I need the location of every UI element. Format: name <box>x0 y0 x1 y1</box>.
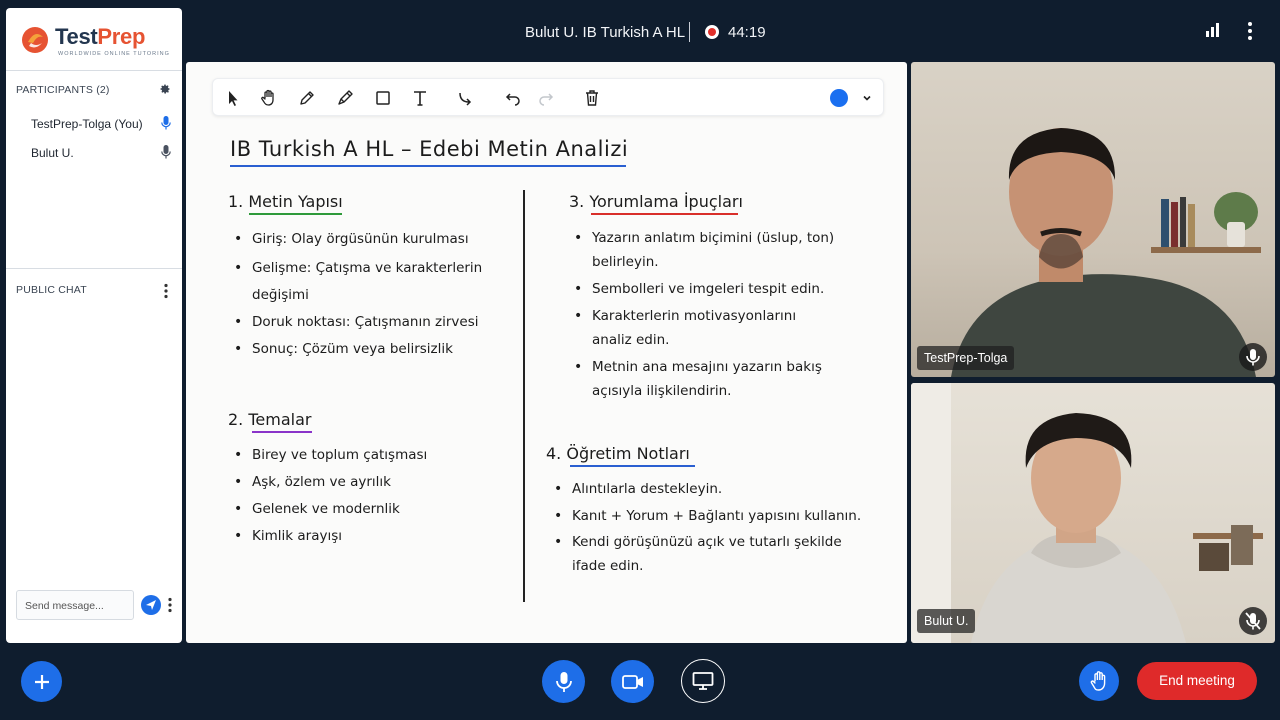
plus-icon <box>34 674 49 689</box>
camera-toggle-button[interactable] <box>611 660 654 703</box>
bullet-item: Kanıt + Yorum + Bağlantı yapısını kullan… <box>554 508 861 524</box>
chat-message-input[interactable]: Send message... <box>16 590 134 620</box>
mic-muted-icon <box>1245 612 1261 630</box>
text-tool-icon[interactable] <box>410 88 430 108</box>
divider <box>6 268 182 269</box>
send-icon <box>146 600 156 610</box>
send-message-button[interactable] <box>141 595 161 615</box>
whiteboard-toolbar <box>212 78 884 116</box>
heading-underline <box>570 465 695 467</box>
participant-name[interactable]: Bulut U. <box>31 146 74 160</box>
bullet-item: Metnin ana mesajını yazarın bakış <box>574 359 822 375</box>
meeting-header: Bulut U. IB Turkish A HL 44:19 <box>185 0 1280 62</box>
video-name-tag: Bulut U. <box>917 609 976 633</box>
video-mic-status <box>1239 607 1267 635</box>
chat-more-icon[interactable] <box>163 283 169 299</box>
bullet-continuation: belirleyin. <box>592 254 659 270</box>
gear-icon[interactable] <box>159 83 171 95</box>
bullet-item: Yazarın anlatım biçimini (üslup, ton) <box>574 230 834 246</box>
screen-share-button[interactable] <box>681 659 725 703</box>
chat-header: PUBLIC CHAT <box>16 284 87 296</box>
bullet-continuation: açısıyla ilişkilendirin. <box>592 383 732 399</box>
bullet-item: Doruk noktası: Çatışmanın zirvesi <box>234 314 478 330</box>
shape-tool-icon[interactable] <box>373 88 393 108</box>
chevron-down-icon[interactable] <box>861 92 873 104</box>
mic-icon <box>161 145 171 159</box>
select-tool-icon[interactable] <box>223 88 243 108</box>
bullet-item: Kendi görüşünüzü açık ve tutarlı şekilde <box>554 534 842 550</box>
marker-tool-icon[interactable] <box>335 88 355 108</box>
color-picker-swatch[interactable] <box>830 89 848 107</box>
title-underline <box>230 165 626 167</box>
pan-hand-tool-icon[interactable] <box>259 88 279 108</box>
header-divider <box>689 22 690 42</box>
heading-underline <box>249 213 342 215</box>
participant-video <box>951 128 1261 377</box>
brand-tagline: WORLDWIDE ONLINE TUTORING <box>58 51 170 57</box>
bullet-item: Aşk, özlem ve ayrılık <box>234 474 391 490</box>
brand-logo: TestPrep WORLDWIDE ONLINE TUTORING <box>20 22 170 66</box>
bullet-item: Sembolleri ve imgeleri tespit edin. <box>574 281 824 297</box>
bullet-item: Kimlik arayışı <box>234 528 342 544</box>
bullet-item: Gelişme: Çatışma ve karakterlerin <box>234 260 482 276</box>
signal-strength-icon[interactable] <box>1206 23 1220 37</box>
participant-name[interactable]: TestPrep-Tolga (You) <box>31 117 143 131</box>
connector-tool-icon[interactable] <box>456 88 476 108</box>
participant-video <box>911 383 1263 643</box>
bullet-continuation: analiz edin. <box>592 332 670 348</box>
recording-time: 44:19 <box>728 24 766 41</box>
screen-share-icon <box>692 672 714 690</box>
redo-icon[interactable] <box>536 88 556 108</box>
brand-name: TestPrep <box>55 24 146 49</box>
meeting-title: Bulut U. IB Turkish A HL <box>525 24 686 41</box>
section-heading: 1. Metin Yapısı <box>228 192 343 211</box>
left-panel: TestPrep WORLDWIDE ONLINE TUTORING PARTI… <box>6 8 182 643</box>
recording-icon <box>705 25 719 39</box>
video-tile-tolga[interactable]: TestPrep-Tolga <box>911 62 1275 377</box>
heading-underline <box>591 213 738 215</box>
whiteboard[interactable]: IB Turkish A HL – Edebi Metin Analizi 1.… <box>186 62 907 643</box>
bullet-continuation: değişimi <box>252 287 309 303</box>
camera-icon <box>621 674 643 689</box>
bullet-continuation: ifade edin. <box>572 558 644 574</box>
bullet-item: Birey ve toplum çatışması <box>234 447 427 463</box>
participants-header: PARTICIPANTS (2) <box>16 84 110 96</box>
bullet-item: Karakterlerin motivasyonlarını <box>574 308 796 324</box>
video-mic-status <box>1239 343 1267 371</box>
bullet-item: Alıntılarla destekleyin. <box>554 481 722 497</box>
mic-icon <box>555 671 572 692</box>
bullet-item: Sonuç: Çözüm veya belirsizlik <box>234 341 453 357</box>
column-divider <box>523 190 525 602</box>
undo-icon[interactable] <box>503 88 523 108</box>
add-button[interactable] <box>21 661 62 702</box>
video-tile-bulut[interactable]: Bulut U. <box>911 383 1275 643</box>
chat-options-icon[interactable] <box>167 597 173 613</box>
heading-underline <box>252 431 312 433</box>
raise-hand-button[interactable] <box>1079 661 1119 701</box>
section-heading: 2. Temalar <box>228 410 312 429</box>
delete-icon[interactable] <box>582 88 602 108</box>
bullet-item: Gelenek ve modernlik <box>234 501 400 517</box>
logo-mark-icon <box>22 27 48 53</box>
mic-active-icon <box>161 116 171 130</box>
section-heading: 4. Öğretim Notları <box>546 444 690 463</box>
mic-toggle-button[interactable] <box>542 660 585 703</box>
raise-hand-icon <box>1090 671 1106 691</box>
bullet-item: Giriş: Olay örgüsünün kurulması <box>234 231 469 247</box>
divider <box>6 70 182 71</box>
section-heading: 3. Yorumlama İpuçları <box>569 192 743 211</box>
video-name-tag: TestPrep-Tolga <box>917 346 1015 370</box>
end-meeting-button[interactable]: End meeting <box>1137 662 1257 700</box>
mic-icon <box>1246 349 1260 366</box>
more-options-icon[interactable] <box>1245 21 1255 41</box>
whiteboard-title: IB Turkish A HL – Edebi Metin Analizi <box>230 137 629 161</box>
pencil-tool-icon[interactable] <box>297 88 317 108</box>
